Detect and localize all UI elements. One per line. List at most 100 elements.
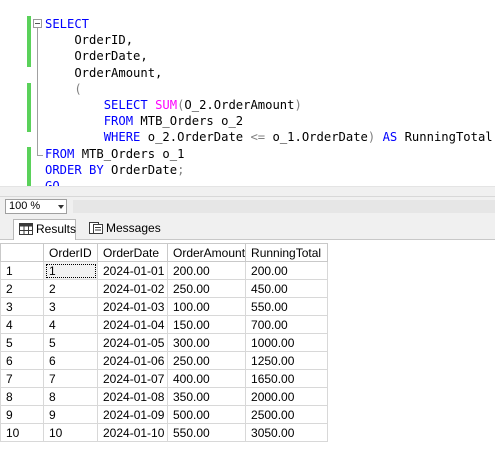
grid-cell[interactable]: 3050.00 [245,423,329,442]
code-line[interactable]: WHERE o_2.OrderDate <= o_1.OrderDate) AS… [45,129,493,145]
sql-operator: ; [177,162,185,177]
query-editor[interactable]: SELECT OrderID, OrderDate, OrderAmount, … [0,0,495,196]
row-number[interactable]: 9 [0,405,44,424]
column-header[interactable]: OrderID [43,243,98,262]
grid-cell[interactable]: 4 [43,315,98,334]
table-row[interactable]: 6 6 2024-01-06 250.00 1250.00 [0,351,329,370]
grid-cell[interactable]: 2024-01-02 [97,279,168,298]
zoom-select[interactable]: 100 % [5,199,67,214]
grid-icon [19,223,33,235]
column-header[interactable]: OrderAmount [166,243,247,262]
table-row[interactable]: 5 5 2024-01-05 300.00 1000.00 [0,333,329,352]
grid-cell[interactable]: 500.00 [166,405,247,424]
grid-cell[interactable]: 250.00 [166,351,247,370]
code-line[interactable]: ORDER BY OrderDate; [45,162,493,178]
grid-cell[interactable]: 2024-01-05 [97,333,168,352]
row-number[interactable]: 8 [0,387,44,406]
code-line[interactable]: SELECT [45,16,493,32]
chevron-down-icon[interactable] [58,205,64,209]
row-number[interactable]: 6 [0,351,44,370]
grid-cell[interactable]: 700.00 [245,315,329,334]
tab-results[interactable]: Results [13,219,76,240]
grid-cell[interactable]: 5 [43,333,98,352]
zoom-bar: 100 % [0,196,495,216]
tab-results-label: Results [36,222,77,236]
table-row[interactable]: 4 4 2024-01-04 150.00 700.00 [0,315,329,334]
grid-cell[interactable]: 2024-01-10 [97,423,168,442]
change-bar [27,83,31,132]
editor-horizontal-scrollbar[interactable] [0,186,495,196]
grid-cell[interactable]: 6 [43,351,98,370]
row-number[interactable]: 5 [0,333,44,352]
table-row[interactable]: 3 3 2024-01-03 100.00 550.00 [0,297,329,316]
sql-keyword: FROM [45,146,82,161]
sql-code[interactable]: SELECT OrderID, OrderDate, OrderAmount, … [45,16,493,194]
grid-cell[interactable]: 150.00 [166,315,247,334]
table-row[interactable]: 7 7 2024-01-07 400.00 1650.00 [0,369,329,388]
horizontal-scrollbar[interactable] [73,200,495,213]
grid-cell[interactable]: 450.00 [245,279,329,298]
row-number[interactable]: 3 [0,297,44,316]
table-row[interactable]: 2 2 2024-01-02 250.00 450.00 [0,279,329,298]
grid-cell[interactable]: 8 [43,387,98,406]
code-line[interactable]: SELECT SUM(O_2.OrderAmount) [45,97,493,113]
change-bar [27,147,31,186]
tab-messages[interactable]: Messages [84,219,164,240]
sql-keyword: FROM [45,114,141,129]
grid-cell[interactable]: 2024-01-03 [97,297,168,316]
grid-cell[interactable]: 2024-01-06 [97,351,168,370]
code-line[interactable]: ( [45,81,493,97]
grid-cell[interactable]: 1 [43,261,98,280]
grid-cell[interactable]: 10 [43,423,98,442]
grid-cell[interactable]: 2500.00 [245,405,329,424]
grid-cell[interactable]: 350.00 [166,387,247,406]
fold-guide-end [37,155,43,156]
row-number[interactable]: 7 [0,369,44,388]
grid-cell[interactable]: 2024-01-09 [97,405,168,424]
grid-cell[interactable]: 1250.00 [245,351,329,370]
row-number[interactable]: 4 [0,315,44,334]
grid-cell[interactable]: 550.00 [166,423,247,442]
messages-icon [89,222,103,234]
grid-cell[interactable]: 2024-01-01 [97,261,168,280]
code-line[interactable]: FROM MTB_Orders o_1 [45,146,493,162]
grid-cell[interactable]: 3 [43,297,98,316]
sql-keyword: SELECT [45,97,156,112]
column-header[interactable]: RunningTotal [245,243,329,262]
collapse-toggle-icon[interactable] [33,19,42,28]
table-row[interactable]: 9 9 2024-01-09 500.00 2500.00 [0,405,329,424]
grid-cell[interactable]: 2024-01-07 [97,369,168,388]
grid-cell[interactable]: 2000.00 [245,387,329,406]
code-line[interactable]: OrderID, [45,32,493,48]
grid-cell[interactable]: 250.00 [166,279,247,298]
table-row[interactable]: 1 1 2024-01-01 200.00 200.00 [0,261,329,280]
results-grid[interactable]: OrderID OrderDate OrderAmount RunningTot… [0,243,329,442]
column-header[interactable]: OrderDate [97,243,168,262]
grid-cell[interactable]: 2 [43,279,98,298]
sql-keyword: AS [375,130,405,145]
row-number[interactable]: 10 [0,423,44,442]
table-row[interactable]: 10 10 2024-01-10 550.00 3050.00 [0,423,329,442]
code-line[interactable]: OrderAmount, [45,65,493,81]
grid-cell[interactable]: 400.00 [166,369,247,388]
row-number[interactable]: 2 [0,279,44,298]
grid-cell[interactable]: 300.00 [166,333,247,352]
sql-keyword: SELECT [45,17,90,31]
change-bar [27,16,31,67]
row-number[interactable]: 1 [0,261,44,280]
grid-cell[interactable]: 1000.00 [245,333,329,352]
grid-cell[interactable]: 7 [43,369,98,388]
sql-text: o_2.OrderDate [147,130,251,145]
code-line[interactable]: FROM MTB_Orders o_2 [45,113,493,129]
grid-cell[interactable]: 200.00 [166,261,247,280]
grid-cell[interactable]: 100.00 [166,297,247,316]
table-row[interactable]: 8 8 2024-01-08 350.00 2000.00 [0,387,329,406]
grid-cell[interactable]: 200.00 [245,261,329,280]
grid-corner[interactable] [0,243,44,262]
code-line[interactable]: OrderDate, [45,48,493,64]
grid-cell[interactable]: 2024-01-04 [97,315,168,334]
grid-cell[interactable]: 550.00 [245,297,329,316]
grid-cell[interactable]: 9 [43,405,98,424]
grid-cell[interactable]: 1650.00 [245,369,329,388]
grid-cell[interactable]: 2024-01-08 [97,387,168,406]
